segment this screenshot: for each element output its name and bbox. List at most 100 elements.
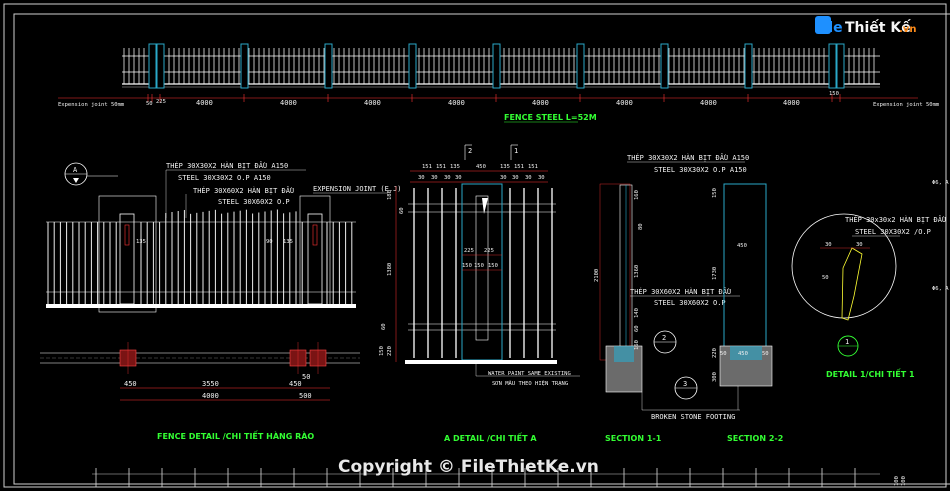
elev-dim-7: 4000	[700, 99, 717, 107]
elev-small-225: 225	[156, 99, 166, 105]
da-top-dims: 151 151 135 450 135 151 151 30 30 30 30 …	[410, 164, 548, 183]
elev-post	[828, 43, 837, 89]
fd-pickets	[47, 209, 353, 304]
da-note-2: SƠN MÀU THEO HIỆN TRẠNG	[492, 379, 568, 387]
logo: File Thiết Kế .vn	[814, 16, 916, 36]
s2-dim-50a: 50	[720, 351, 727, 357]
elevation-posts	[148, 43, 845, 89]
edge-corner-1: 100	[894, 476, 900, 486]
da-title: A DETAIL /CHI TIẾT A	[444, 431, 537, 443]
s1-dim-1360: 1360	[634, 265, 640, 278]
elev-post	[240, 43, 249, 89]
elev-small-150: 150	[829, 91, 839, 97]
fd-title: FENCE DETAIL /CHI TIẾT HÀNG RÀO	[157, 429, 314, 441]
sec-note-4: STEEL 30X60X2 O.P	[654, 299, 726, 307]
elev-post	[744, 43, 753, 89]
s2-dim-50b: 50	[762, 351, 769, 357]
fence-elevation: Expension joint 50mm Expension joint 50m…	[58, 43, 940, 123]
s1-dim-80: 80	[638, 223, 644, 230]
logo-part-3: .vn	[899, 24, 916, 35]
sec-note-3: THÉP 30X60X2 HÀN BỊT ĐẦU	[630, 287, 731, 296]
da-mid-225a: 225	[464, 248, 474, 254]
elev-dim-3: 4000	[364, 99, 381, 107]
elev-dim-8: 4000	[783, 99, 800, 107]
edge-right-bottom: Φ6, A	[932, 286, 949, 292]
d1-marker: 1	[845, 338, 849, 346]
fd-note-4: STEEL 30X60X2 O.P	[218, 198, 290, 206]
fd-dim-3550: 3550	[202, 380, 219, 388]
elev-dim-5: 4000	[532, 99, 549, 107]
d1-note-1: THÉP 30x30x2 HÀN BỊT ĐẦU	[845, 215, 946, 224]
fd-dim-450a: 450	[124, 380, 137, 388]
elev-post	[836, 43, 845, 89]
sec-title-1: SECTION 1-1	[605, 434, 662, 443]
sec-title-2: SECTION 2-2	[727, 434, 783, 443]
elev-post	[576, 43, 585, 89]
callout-a-label: A	[73, 166, 78, 174]
s1-dim-160a: 160	[634, 190, 640, 200]
cad-drawing: File Thiết Kế .vn Expension joint 50mm E…	[3, 3, 950, 488]
da-dim2-1: 30	[418, 175, 425, 181]
da-bars	[413, 188, 553, 358]
elev-dim-6: 4000	[616, 99, 633, 107]
da-dim2-7: 30	[525, 175, 532, 181]
da-vdim-220: 220	[387, 346, 393, 356]
da-ground	[405, 360, 557, 364]
fd-small-1: 135	[136, 239, 146, 245]
da-post	[461, 183, 503, 361]
joint-left: Expension joint 50mm	[58, 102, 125, 108]
s1-dim-140: 140	[634, 308, 640, 318]
da-dim-151d: 151	[528, 164, 538, 170]
s2-dim-1730: 1730	[712, 267, 718, 280]
fd-ground	[46, 304, 356, 308]
fd-small-3: 135	[283, 239, 293, 245]
elev-dim-2: 4000	[280, 99, 297, 107]
d1-profile	[841, 247, 863, 321]
da-marker-1: 1	[514, 147, 518, 155]
sec-marker-3: 3	[683, 380, 687, 388]
fd-dim-450b: 450	[289, 380, 302, 388]
da-dim2-5: 30	[500, 175, 507, 181]
elev-post	[156, 43, 165, 89]
da-dim2-4: 30	[455, 175, 462, 181]
fd-dim-500: 500	[299, 392, 312, 400]
da-dim-450: 450	[476, 164, 486, 170]
fd-dim-4000: 4000	[202, 392, 219, 400]
da-dim-151b: 151	[436, 164, 446, 170]
da-dim-135b: 135	[500, 164, 510, 170]
da-dim-135a: 135	[450, 164, 460, 170]
elev-dim-4: 4000	[448, 99, 465, 107]
da-vdim-150: 150	[379, 346, 385, 356]
outer-border	[3, 3, 947, 488]
s1-dim-60: 60	[634, 325, 640, 332]
da-vdim-60a: 60	[399, 207, 405, 214]
fd-note-3: THÉP 30X60X2 HÀN BỊT ĐẦU	[193, 186, 294, 195]
detail-1: 30 30 50 THÉP 30x30x2 HÀN BỊT ĐẦU STEEL …	[791, 213, 946, 379]
da-dim-151a: 151	[422, 164, 432, 170]
fd-post-left	[119, 213, 135, 305]
joint-right: Expension joint 50mm	[873, 102, 940, 108]
da-mid-225b: 225	[484, 248, 494, 254]
da-dim-151c: 151	[514, 164, 524, 170]
d1-title: DETAIL 1/CHI TIẾT 1	[826, 367, 915, 379]
sec-note-1: THÉP 30X30X2 HÀN BỊT ĐẦU A150	[627, 153, 749, 162]
d1-dim-30a: 30	[825, 242, 832, 248]
fd-post-right	[307, 213, 323, 305]
elev-post	[408, 43, 417, 89]
s2-dim-220: 220	[712, 348, 718, 358]
edge-corner-2: 100	[901, 476, 907, 486]
d1-dim-30b: 30	[856, 242, 863, 248]
s2-dim-300: 300	[712, 372, 718, 382]
da-dim2-8: 30	[538, 175, 545, 181]
fd-dim-50: 50	[302, 373, 310, 381]
da-dim2-2: 30	[431, 175, 438, 181]
d1-note-2: STEEL 30X30X2 /O.P	[855, 228, 931, 236]
da-marker-2: 2	[468, 147, 472, 155]
da-mid2-c: 150	[488, 263, 498, 269]
logo-part-1: File	[814, 20, 843, 36]
elev-post	[660, 43, 669, 89]
s2-post	[723, 183, 767, 349]
s2-dim-450: 450	[737, 243, 747, 249]
da-vdim-60b: 60	[381, 323, 387, 330]
sec-note-2: STEEL 30X30X2 O.P A150	[654, 166, 747, 174]
